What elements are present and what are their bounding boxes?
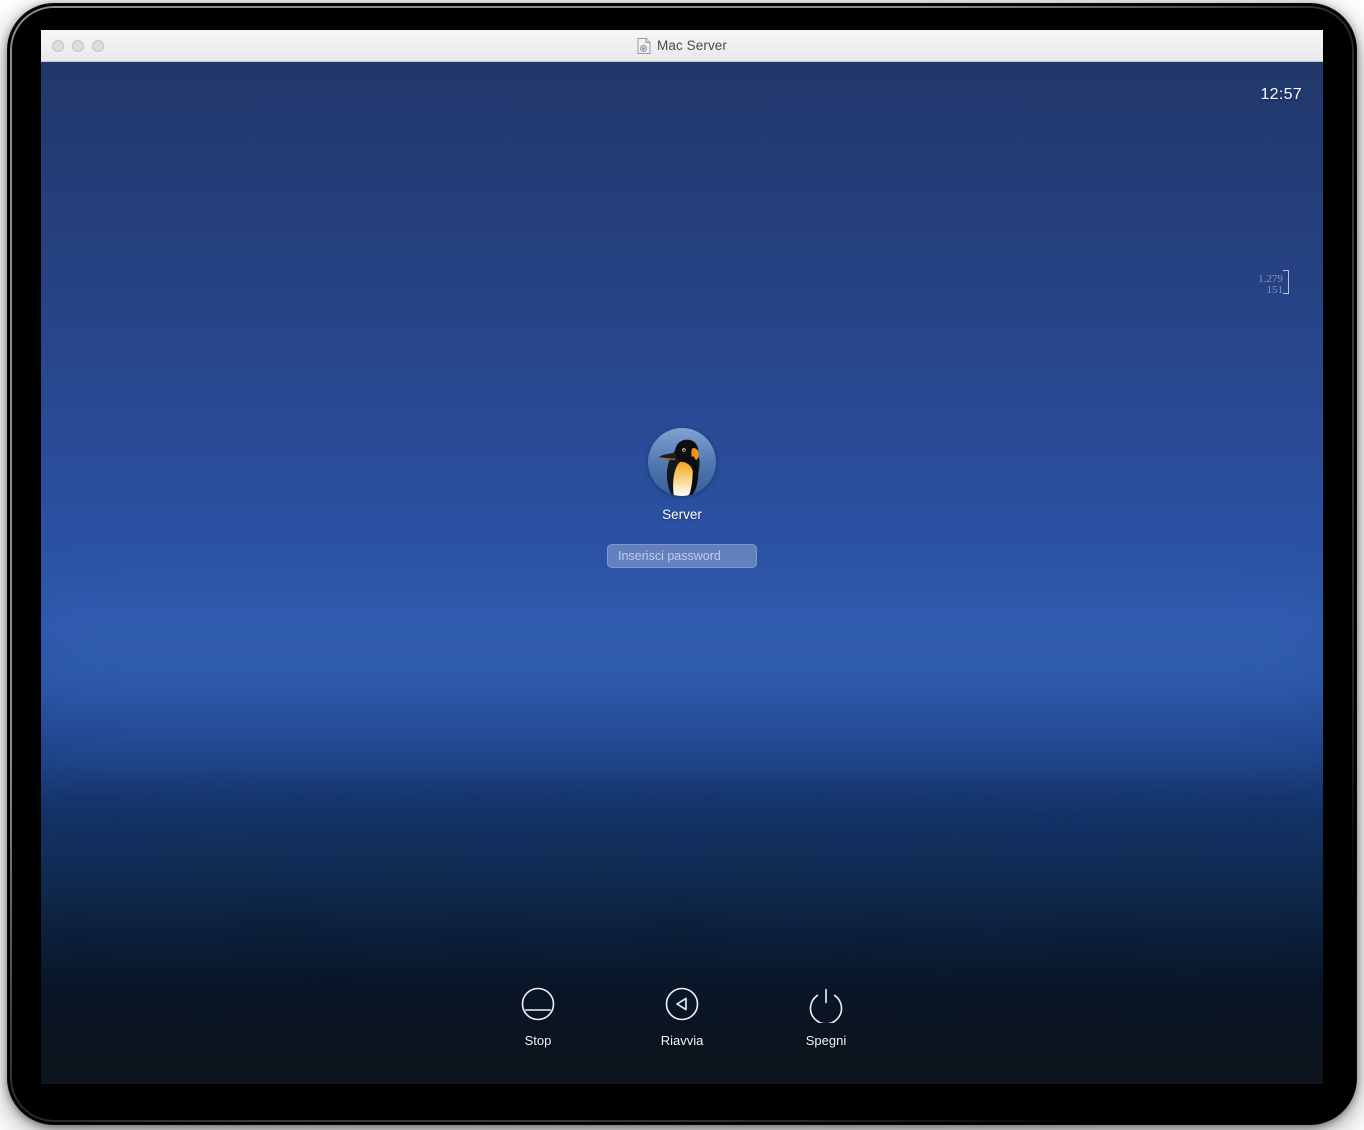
suspend-button[interactable]: Stop [494, 985, 582, 1048]
window-titlebar[interactable]: Mac Server [41, 30, 1323, 62]
artifact-line-2: 151 [1266, 284, 1284, 296]
restart-icon [663, 985, 701, 1023]
clock: 12:57 [1260, 86, 1302, 103]
remote-login-screen: 12:57 1.279 151 Server Stop Riavvia Speg… [41, 62, 1323, 1084]
login-panel: Server [41, 428, 1323, 568]
window-title: Mac Server [656, 38, 728, 53]
document-icon [637, 37, 651, 54]
suspend-label: Stop [524, 1033, 552, 1048]
restart-button[interactable]: Riavvia [638, 985, 726, 1048]
power-label: Spegni [805, 1033, 847, 1048]
username-label: Server [662, 507, 702, 522]
password-input[interactable] [616, 548, 748, 564]
window-title-group: Mac Server [41, 30, 1323, 61]
penguin-avatar[interactable] [648, 428, 716, 496]
artifact-numbers: 1.279 151 [1237, 274, 1283, 296]
suspend-icon [519, 985, 557, 1023]
power-button[interactable]: Spegni [782, 985, 870, 1048]
password-field[interactable] [607, 544, 757, 568]
mac-server-window: Mac Server 12:57 1.279 151 Server Stop R… [41, 30, 1323, 1084]
session-button-bar: Stop Riavvia Spegni [41, 985, 1323, 1048]
restart-label: Riavvia [660, 1033, 704, 1048]
artifact-bracket [1283, 270, 1289, 294]
power-icon [807, 985, 845, 1025]
